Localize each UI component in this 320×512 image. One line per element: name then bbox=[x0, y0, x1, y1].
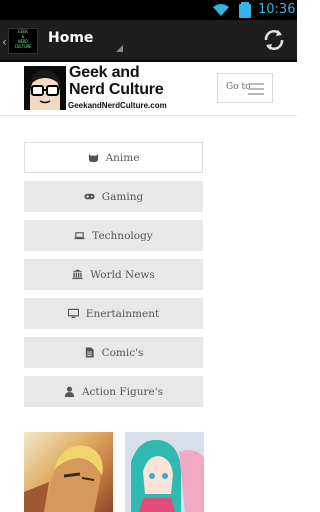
anime-character-image bbox=[125, 432, 204, 512]
up-caret-icon[interactable]: ‹ bbox=[2, 35, 7, 49]
bank-icon bbox=[72, 269, 83, 280]
menu-item-world-news[interactable]: World News bbox=[24, 259, 203, 290]
action-bar: ‹ GEEK & NERD CULTURE Home bbox=[0, 20, 297, 62]
user-icon bbox=[64, 386, 75, 397]
app-logo[interactable]: GEEK & NERD CULTURE bbox=[8, 28, 38, 54]
goto-label: Go to bbox=[226, 82, 251, 92]
category-menu: Anime Gaming Technology World News Enert… bbox=[24, 142, 203, 415]
status-bar: 10:36 bbox=[0, 0, 297, 20]
site-header: Geek and Nerd Culture GeekandNerdCulture… bbox=[0, 62, 297, 116]
menu-item-action-figures[interactable]: Action Figure's bbox=[24, 376, 203, 407]
menu-item-comics[interactable]: Comic's bbox=[24, 337, 203, 368]
page-title[interactable]: Home bbox=[48, 30, 93, 46]
menu-item-label: Comic's bbox=[101, 346, 144, 359]
status-time: 10:36 bbox=[258, 2, 296, 17]
site-logo[interactable]: Geek and Nerd Culture GeekandNerdCulture… bbox=[24, 64, 196, 114]
logo-text: Nerd Culture bbox=[69, 81, 164, 98]
menu-item-technology[interactable]: Technology bbox=[24, 220, 203, 251]
logo-text: Geek and bbox=[69, 64, 140, 81]
menu-item-label: Technology bbox=[92, 229, 153, 242]
monitor-icon bbox=[67, 308, 79, 319]
gamepad-icon bbox=[84, 193, 95, 200]
menu-item-label: Gaming bbox=[101, 190, 144, 203]
web-content: Geek and Nerd Culture GeekandNerdCulture… bbox=[0, 62, 297, 512]
anime-character-image bbox=[24, 445, 103, 512]
featured-thumbnails bbox=[24, 432, 274, 512]
hamburger-icon bbox=[248, 83, 264, 95]
menu-item-label: Action Figure's bbox=[81, 385, 164, 398]
menu-item-entertainment[interactable]: Enertainment bbox=[24, 298, 203, 329]
menu-item-label: World News bbox=[90, 268, 155, 281]
menu-item-label: Anime bbox=[105, 151, 140, 164]
logo-url: GeekandNerdCulture.com bbox=[68, 101, 167, 110]
nerd-face-icon bbox=[24, 66, 66, 110]
document-icon bbox=[85, 347, 94, 358]
article-thumbnail[interactable] bbox=[24, 432, 113, 512]
refresh-icon[interactable] bbox=[262, 28, 286, 52]
menu-item-gaming[interactable]: Gaming bbox=[24, 181, 203, 212]
goto-menu-button[interactable]: Go to bbox=[217, 73, 273, 103]
battery-icon bbox=[239, 2, 251, 18]
spinner-corner-icon bbox=[116, 45, 123, 52]
app-logo-line: CULTURE bbox=[14, 44, 32, 49]
github-cat-icon bbox=[88, 153, 98, 163]
menu-item-anime[interactable]: Anime bbox=[24, 142, 203, 173]
article-thumbnail[interactable] bbox=[125, 432, 204, 512]
wifi-icon bbox=[213, 4, 229, 16]
laptop-icon bbox=[74, 232, 85, 240]
menu-item-label: Enertainment bbox=[85, 307, 160, 320]
